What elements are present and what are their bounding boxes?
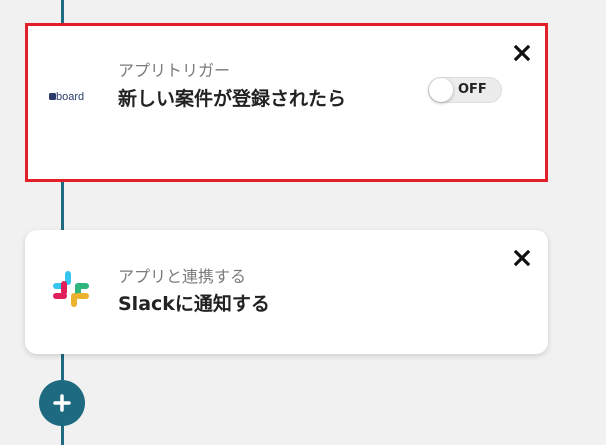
close-icon bbox=[514, 250, 530, 266]
board-logo: board bbox=[49, 88, 95, 103]
close-icon bbox=[514, 45, 530, 61]
trigger-subtitle: アプリトリガー bbox=[118, 61, 231, 80]
toggle-label: OFF bbox=[458, 82, 487, 97]
action-subtitle: アプリと連携する bbox=[118, 267, 247, 286]
trigger-close-button[interactable] bbox=[512, 43, 532, 63]
slack-icon bbox=[51, 269, 91, 309]
trigger-title: 新しい案件が登録されたら bbox=[118, 88, 347, 110]
flow-connector-middle bbox=[61, 180, 64, 232]
add-step-button[interactable] bbox=[39, 380, 85, 426]
flow-connector-lower bbox=[61, 352, 64, 382]
plus-icon bbox=[53, 394, 71, 412]
action-close-button[interactable] bbox=[512, 248, 532, 268]
toggle-knob bbox=[429, 78, 453, 102]
svg-text:board: board bbox=[56, 91, 84, 103]
action-card[interactable]: アプリと連携する Slackに通知する bbox=[25, 230, 548, 354]
trigger-card[interactable]: board アプリトリガー 新しい案件が登録されたら OFF bbox=[25, 23, 548, 182]
action-title: Slackに通知する bbox=[118, 293, 270, 315]
trigger-toggle[interactable]: OFF bbox=[428, 77, 502, 103]
